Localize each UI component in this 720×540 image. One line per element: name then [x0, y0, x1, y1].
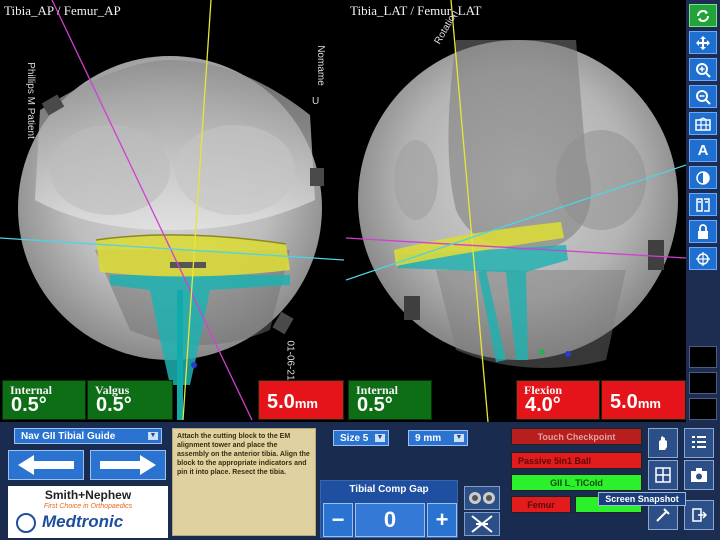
depth-dropdown[interactable]: 9 mm ▼ — [408, 430, 468, 446]
list-icon — [692, 436, 706, 448]
logo-tagline: First Choice in Orthopaedics — [43, 503, 133, 510]
list-view-button[interactable] — [684, 428, 714, 458]
tracker-button[interactable] — [464, 486, 500, 510]
chevron-down-icon: ▼ — [375, 434, 385, 442]
gap-title: Tibial Comp Gap — [349, 484, 429, 495]
hand-icon — [659, 436, 667, 450]
flip-icon[interactable] — [689, 193, 717, 216]
logo-partner: Medtronic — [42, 512, 124, 531]
chevron-down-icon: ▼ — [148, 432, 158, 440]
screen-snapshot-button[interactable] — [684, 460, 714, 490]
logo-brand: Smith+Nephew — [44, 488, 132, 502]
size-dropdown[interactable]: Size 5 ▼ — [333, 430, 389, 446]
patient-name-text: Phillips M Patient — [24, 62, 36, 139]
lat-resection-value: 5.0 — [610, 391, 638, 413]
lat-flexion-readout: Flexion 4.0° — [516, 380, 600, 420]
ap-resection-unit: mm — [294, 396, 318, 411]
status-tibial-tracker: GII L_TiCold — [511, 474, 642, 491]
ap-varus-valgus-readout: Valgus 0.5° — [87, 380, 173, 420]
gap-value: 0 — [355, 503, 425, 537]
guide-dropdown[interactable]: Nav GII Tibial Guide ▼ — [14, 428, 162, 444]
alignment-tool-icon — [471, 515, 493, 533]
size-dropdown-value: Size 5 — [340, 432, 369, 444]
tibial-comp-gap-panel: Tibial Comp Gap − 0 + — [320, 480, 458, 538]
preview-slot-1[interactable] — [689, 346, 717, 368]
preview-slot-3[interactable] — [689, 398, 717, 420]
lock-icon[interactable] — [689, 220, 717, 243]
gap-increment-button[interactable]: + — [427, 503, 457, 537]
xray-lat-image — [346, 0, 686, 422]
exit-button[interactable] — [684, 500, 714, 530]
patient-label-text: Nomame — [314, 45, 326, 86]
screen-snapshot-tooltip: Screen Snapshot — [598, 492, 686, 506]
patient-sex-text: U — [312, 96, 320, 107]
lat-resection-readout: 5.0mm — [601, 380, 686, 420]
lat-resection-unit: mm — [637, 396, 661, 411]
layout-icon — [655, 467, 671, 483]
status-femur: Femur — [511, 496, 571, 513]
pan-icon[interactable] — [689, 31, 717, 54]
ap-rotation-readout: Internal 0.5° — [2, 380, 86, 420]
date-text: 01-06-21 — [284, 340, 296, 381]
zoom-in-icon[interactable] — [689, 58, 717, 81]
xray-view-ap[interactable]: Tibia_AP / Femur_AP Phillips M Patient N… — [0, 0, 344, 422]
ap-resection-value-wrap: 5.0mm — [267, 391, 318, 414]
annotate-icon[interactable]: A — [689, 139, 717, 162]
tracker-icon — [469, 492, 495, 504]
instruction-panel: Attach the cutting block to the EM align… — [172, 428, 316, 536]
preview-slot-2[interactable] — [689, 372, 717, 394]
view-title-lat: Tibia_LAT / Femur_LAT — [350, 3, 482, 18]
hand-tool-button[interactable] — [648, 428, 678, 458]
ap-rotation-value: 0.5° — [11, 394, 47, 416]
refresh-icon[interactable] — [689, 4, 717, 27]
tool-icon — [656, 508, 670, 522]
next-button[interactable] — [90, 450, 166, 480]
alignment-tool-button[interactable] — [464, 512, 500, 536]
tool-column: A — [686, 0, 720, 540]
grid-icon[interactable] — [689, 112, 717, 135]
annotate-glyph: A — [697, 142, 709, 159]
contrast-icon[interactable] — [689, 166, 717, 189]
xray-view-lat[interactable]: Tibia_LAT / Femur_LAT Rotation Internal … — [346, 0, 686, 422]
ap-resection-value: 5.0 — [267, 391, 295, 413]
touch-checkpoint-button[interactable]: Touch Checkpoint — [511, 428, 642, 445]
crosshair-icon[interactable] — [689, 247, 717, 270]
layout-button[interactable] — [648, 460, 678, 490]
vendor-logo: Smith+Nephew First Choice in Orthopaedic… — [8, 486, 168, 538]
medtronic-symbol-icon — [16, 513, 36, 533]
back-button[interactable] — [8, 450, 84, 480]
gap-decrement-button[interactable]: − — [323, 503, 353, 537]
guide-dropdown-value: Nav GII Tibial Guide — [21, 430, 116, 442]
chevron-down-icon: ▼ — [454, 434, 464, 442]
arrow-right-icon — [100, 455, 156, 475]
lat-rotation-readout: Internal 0.5° — [348, 380, 432, 420]
lat-flexion-value: 4.0° — [525, 394, 561, 416]
camera-icon — [691, 468, 707, 482]
ap-resection-readout: 5.0mm — [258, 380, 344, 420]
ap-varus-value: 0.5° — [96, 394, 132, 416]
lat-rotation-value: 0.5° — [357, 394, 393, 416]
status-passive-ball: Passive 5in1 Ball — [511, 452, 642, 469]
arrow-left-icon — [18, 455, 74, 475]
exit-icon — [692, 508, 708, 522]
view-title-ap: Tibia_AP / Femur_AP — [4, 3, 121, 18]
depth-dropdown-value: 9 mm — [415, 432, 442, 444]
lat-resection-value-wrap: 5.0mm — [610, 391, 661, 414]
zoom-out-icon[interactable] — [689, 85, 717, 108]
